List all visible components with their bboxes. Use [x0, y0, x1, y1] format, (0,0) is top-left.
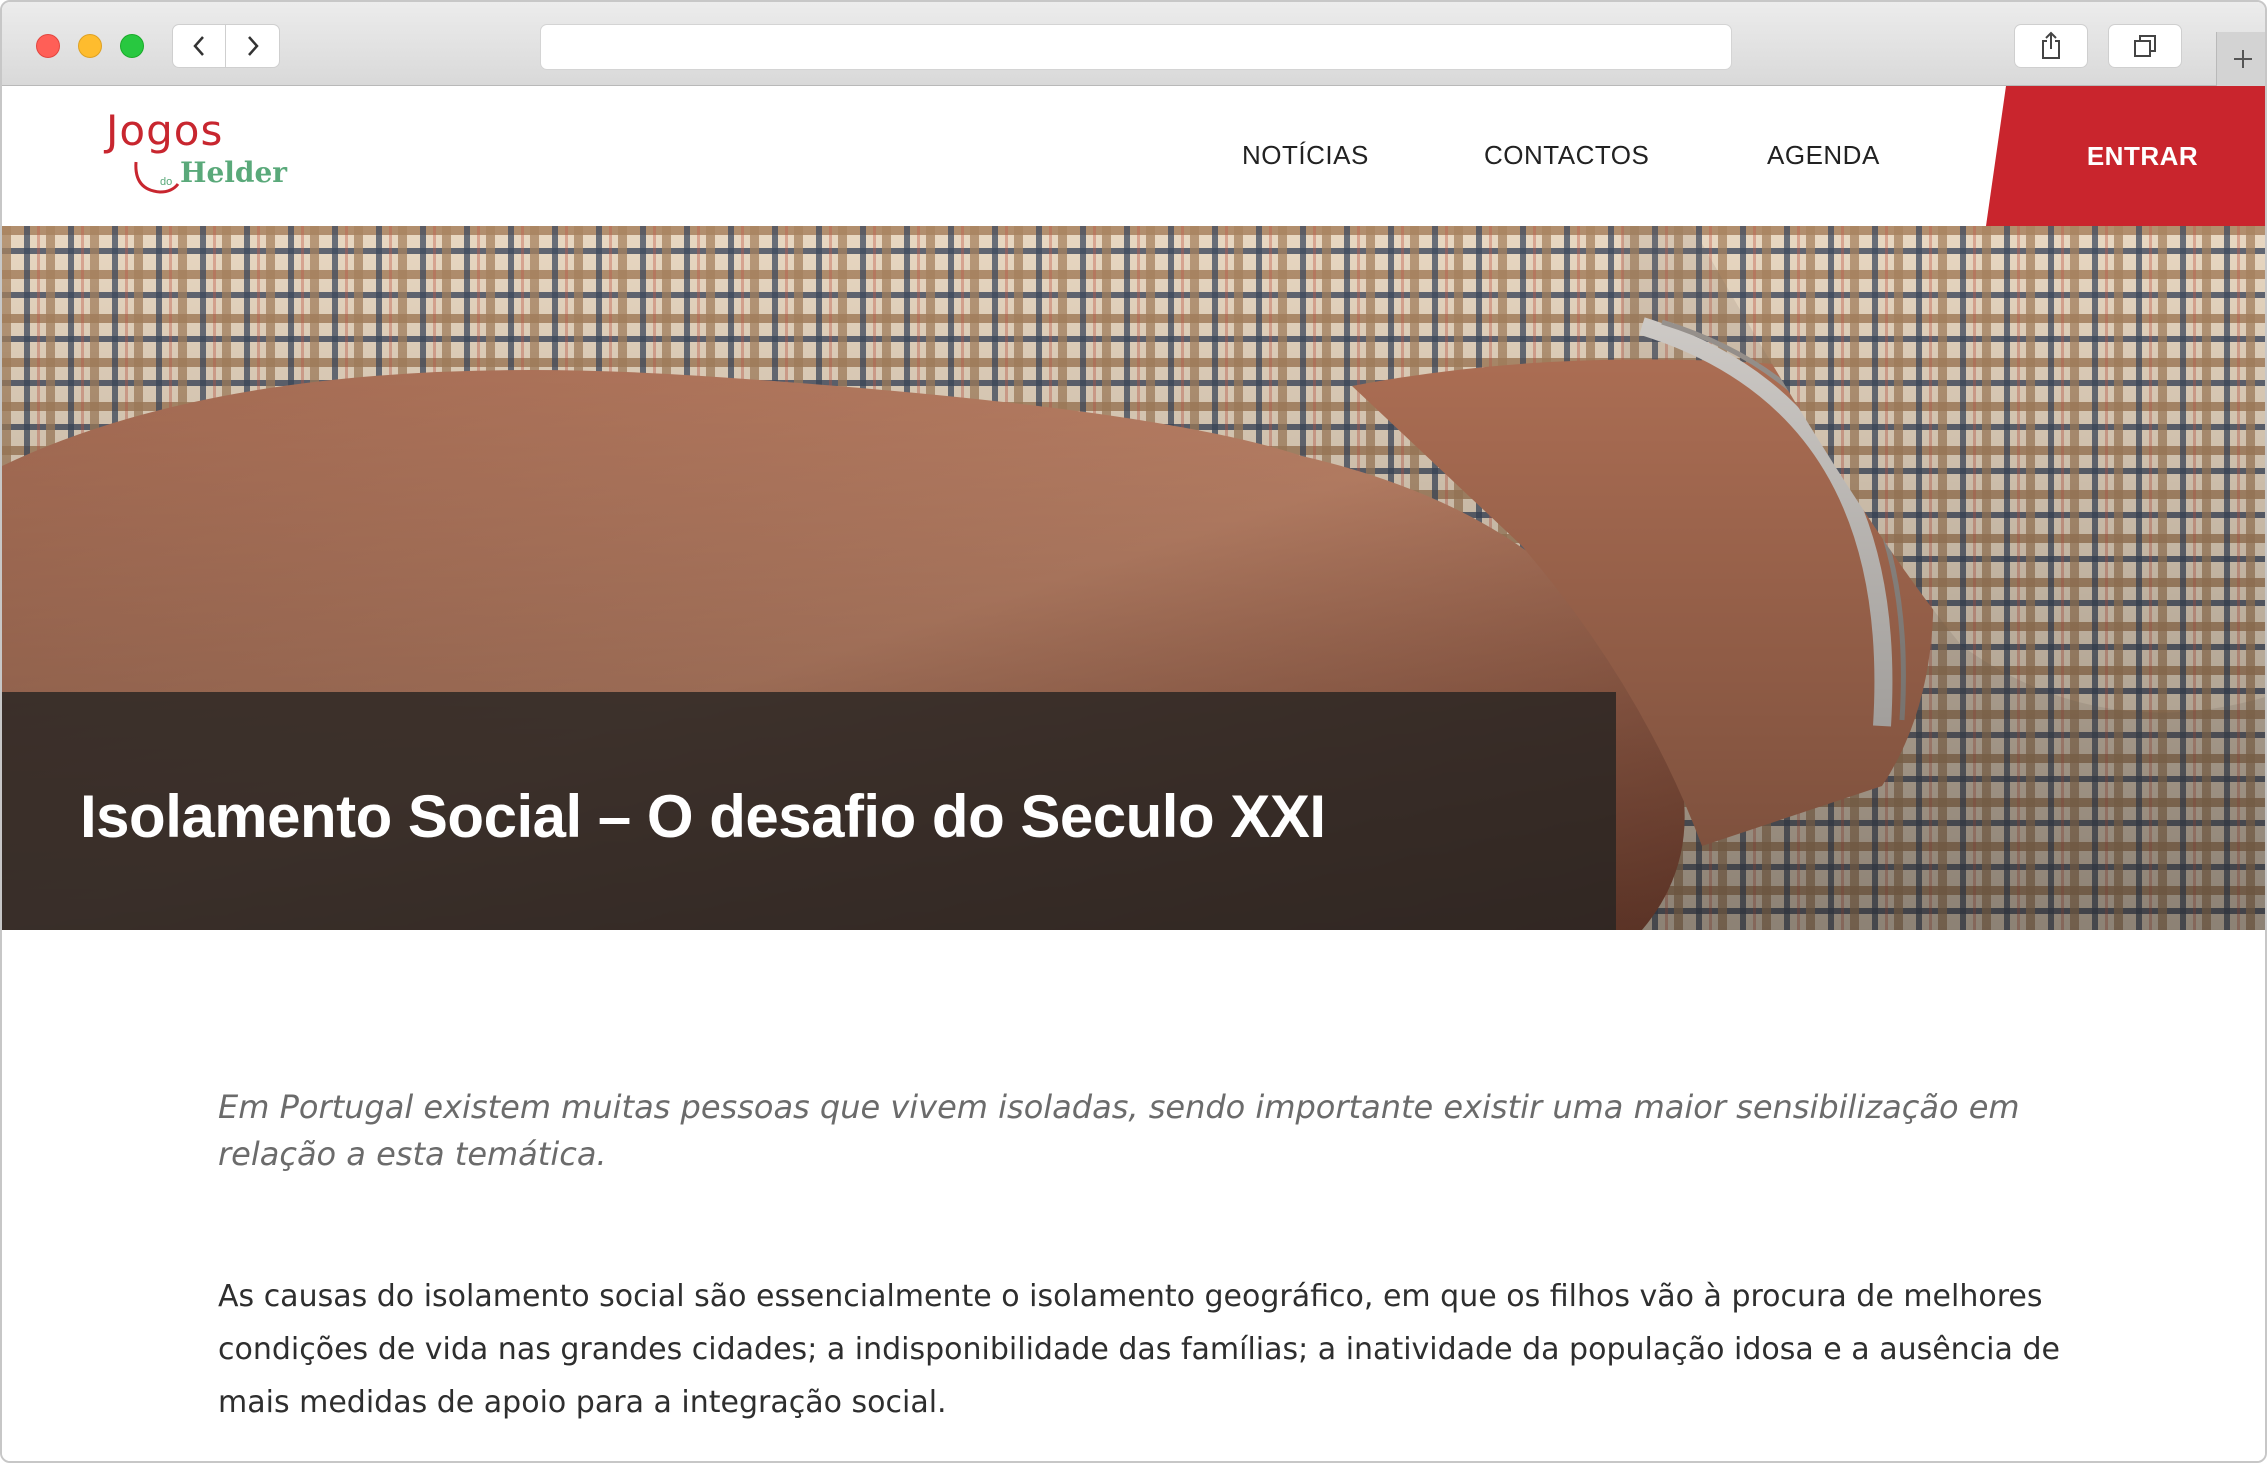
- article-body: As causas do isolamento social são essen…: [218, 1279, 2060, 1420]
- forward-button[interactable]: [226, 24, 280, 68]
- hero-banner: Isolamento Social – O desafio do Seculo …: [2, 226, 2265, 930]
- close-window-button[interactable]: [36, 34, 60, 58]
- chevron-left-icon: [193, 36, 204, 56]
- show-tabs-button[interactable]: [2108, 24, 2182, 68]
- minimize-window-button[interactable]: [78, 34, 102, 58]
- share-icon: [2042, 31, 2060, 59]
- login-button[interactable]: ENTRAR: [1986, 86, 2265, 226]
- nav-link-noticias[interactable]: NOTÍCIAS: [1242, 140, 1369, 171]
- share-button[interactable]: [2014, 24, 2088, 68]
- article-lead: Em Portugal existem muitas pessoas que v…: [218, 1088, 2020, 1173]
- article-title: Isolamento Social – O desafio do Seculo …: [80, 783, 1326, 850]
- browser-window: Jogos do Helder NOTÍCIAS CONTACTOS AGEND…: [0, 0, 2267, 1463]
- plus-icon: [2234, 50, 2252, 68]
- site-header: Jogos do Helder NOTÍCIAS CONTACTOS AGEND…: [2, 86, 2265, 226]
- login-button-label: ENTRAR: [2086, 140, 2199, 171]
- article-content: Em Portugal existem muitas pessoas que v…: [2, 930, 2265, 1461]
- nav-link-agenda[interactable]: AGENDA: [1767, 140, 1880, 171]
- logo-jogos-text: Jogos: [106, 106, 224, 155]
- back-button[interactable]: [172, 24, 226, 68]
- hero-caption-box: Isolamento Social – O desafio do Seculo …: [2, 692, 1616, 930]
- chevron-right-icon: [247, 36, 259, 56]
- site-logo[interactable]: Jogos do Helder: [102, 106, 292, 206]
- zoom-window-button[interactable]: [120, 34, 144, 58]
- tabs-icon: [2134, 35, 2156, 57]
- logo-do-text: do: [160, 176, 173, 188]
- logo-helder-text: Helder: [180, 156, 288, 189]
- new-tab-button[interactable]: [2216, 32, 2265, 86]
- address-bar[interactable]: [540, 24, 1732, 70]
- nav-link-contactos[interactable]: CONTACTOS: [1484, 140, 1649, 171]
- browser-toolbar: [2, 2, 2265, 86]
